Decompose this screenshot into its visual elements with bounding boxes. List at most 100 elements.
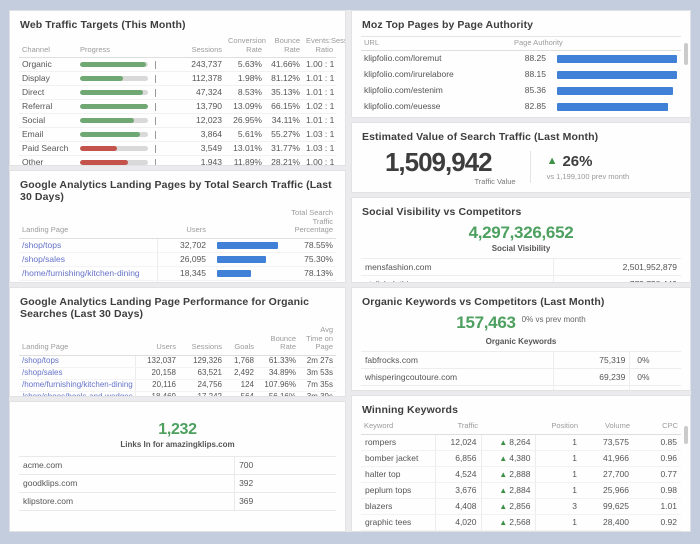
cell-users: 20,158	[135, 367, 179, 379]
cell-progress	[77, 100, 173, 114]
landing-page-link[interactable]: /shop/sales	[19, 252, 157, 266]
cell-sessions: 17,242	[179, 391, 225, 397]
cell-channel: Display	[19, 72, 77, 86]
cell-channel: Referral	[19, 100, 77, 114]
page-url-link[interactable]: klipfolio.com/euesse	[361, 99, 511, 115]
table-row: graphic tees 4,020 ▲2,568 1 28,400 0.92	[361, 514, 681, 530]
progress-bullet-chart	[80, 103, 170, 111]
traffic-change-value: 2,856	[509, 501, 530, 511]
cell-site: acme.com	[19, 457, 235, 475]
cell-bounce-rate: 107.96%	[257, 379, 299, 391]
col-header-position: Position	[535, 421, 581, 434]
cell-users: 15,232	[157, 280, 209, 283]
cell-keyword-count: 4,608	[553, 386, 630, 392]
panel-title-moz: Moz Top Pages by Page Authority	[362, 19, 681, 31]
cell-bounce-rate: 28.21%	[265, 156, 303, 166]
cell-avg-time: 3m 39s	[299, 391, 336, 397]
up-triangle-icon: ▲	[499, 470, 507, 479]
traffic-value: 1,509,942	[361, 148, 516, 176]
links-in-table: acme.com 700 goodklips.com 392 klipstore…	[19, 456, 336, 511]
scrollbar-thumb[interactable]	[684, 426, 688, 444]
cell-ratio: 1.03 : 1	[303, 128, 336, 142]
landing-page-link[interactable]: /shop/tops	[19, 238, 157, 252]
cell-users: 18,469	[135, 391, 179, 397]
cell-users-bar	[209, 266, 281, 280]
table-row: Other 1,943 11.89% 28.21% 1.00 : 1	[19, 156, 336, 166]
cell-competitor-value: 2,501,952,879	[553, 259, 681, 276]
organic-keywords-value: 157,463	[456, 313, 515, 333]
page-url-link[interactable]: klipfolio.com/nostrudofficia	[361, 115, 511, 118]
page-url-link[interactable]: klipfolio.com/irurelabore	[361, 67, 511, 83]
progress-bullet-chart	[80, 89, 170, 97]
bullet-track	[80, 62, 148, 67]
cell-sessions: 3,864	[173, 128, 225, 142]
cell-sessions: 3,549	[173, 142, 225, 156]
cell-progress	[77, 114, 173, 128]
scrollbar-thumb[interactable]	[684, 43, 688, 65]
table-row: Referral 13,790 13.09% 66.15% 1.02 : 1	[19, 100, 336, 114]
bullet-target-marker-icon	[155, 159, 156, 166]
organic-keywords-summary: 157,463 0% vs prev month	[361, 313, 681, 333]
page-url-link[interactable]: klipfolio.com/loremut	[361, 50, 511, 67]
table-row: Email 3,864 5.61% 55.27% 1.03 : 1	[19, 128, 336, 142]
table-row: /shop/shoes/heels-and-wedges 15,232 66.3…	[19, 280, 336, 283]
cell-progress	[77, 58, 173, 72]
table-row: /shop/sales 26,095 75.30%	[19, 252, 336, 266]
panel-title-ga-search-traffic: Google Analytics Landing Pages by Total …	[20, 179, 336, 203]
panel-title-search-value: Estimated Value of Search Traffic (Last …	[362, 131, 681, 143]
cell-keyword: bomber jacket	[361, 450, 435, 466]
organic-keywords-note: 0% vs prev month	[522, 315, 586, 324]
cell-traffic-change: ▲4,380	[481, 450, 535, 466]
cell-site: klipstore.com	[19, 493, 235, 511]
traffic-value-block: 1,509,942 Traffic Value	[361, 148, 530, 186]
col-header-users: Users	[157, 208, 209, 238]
cell-traffic: 2,496	[435, 530, 481, 532]
landing-page-link[interactable]: /shop/sales	[19, 367, 135, 379]
cell-keyword: rompers	[361, 434, 435, 450]
authority-bar	[557, 87, 673, 95]
col-header-spacer	[209, 208, 281, 238]
landing-page-link[interactable]: /home/furnishing/kitchen-dining	[19, 266, 157, 280]
table-row: klipfolio.com/nostrudofficia 81.90	[361, 115, 681, 118]
cell-channel: Direct	[19, 86, 77, 100]
landing-page-link[interactable]: /shop/shoes/heels-and-wedges	[19, 391, 135, 397]
ga-search-traffic-table: Landing Page Users Total Search Traffic …	[19, 208, 336, 283]
col-header-progress: Progress	[77, 36, 173, 58]
panel-title-winning-keywords: Winning Keywords	[362, 404, 681, 416]
col-header-bounce-rate: Bounce Rate	[257, 325, 299, 355]
cell-conversion-rate: 1.98%	[225, 72, 265, 86]
cell-traffic: 4,408	[435, 498, 481, 514]
cell-position: 1	[535, 434, 581, 450]
cell-authority-bar	[549, 67, 681, 83]
cell-traffic-pct: 75.30%	[281, 252, 336, 266]
table-row: /home/furnishing/kitchen-dining 20,116 2…	[19, 379, 336, 391]
landing-page-link[interactable]: /shop/tops	[19, 355, 135, 367]
bullet-fill	[80, 132, 140, 137]
cell-conversion-rate: 5.63%	[225, 58, 265, 72]
links-in-value: 1,232	[19, 421, 336, 439]
table-row: klipstore.com 369	[19, 493, 336, 511]
links-in-summary: 1,232 Links In for amazingklips.com	[19, 421, 336, 449]
cell-sessions: 12,023	[173, 114, 225, 128]
cell-ratio: 1.00 : 1	[303, 58, 336, 72]
page-url-link[interactable]: klipfolio.com/estenim	[361, 83, 511, 99]
cell-authority-bar	[549, 50, 681, 67]
bullet-target-marker-icon	[155, 117, 156, 125]
landing-page-link[interactable]: /home/furnishing/kitchen-dining	[19, 379, 135, 391]
cell-keyword: denim skirt	[361, 530, 435, 532]
col-header-goals: Goals	[225, 325, 257, 355]
up-triangle-icon: ▲	[547, 156, 558, 167]
links-in-label: Links In for amazingklips.com	[19, 440, 336, 449]
cell-bounce-rate: 34.11%	[265, 114, 303, 128]
table-header-row: Keyword Traffic Position Volume CPC	[361, 421, 681, 434]
progress-bullet-chart	[80, 61, 170, 69]
cell-users: 26,095	[157, 252, 209, 266]
users-bar	[217, 242, 278, 249]
table-row: klipfolio.com/loremut 88.25	[361, 50, 681, 67]
cell-sessions: 243,737	[173, 58, 225, 72]
cell-keyword: peplum tops	[361, 482, 435, 498]
table-row: blazers 4,408 ▲2,856 3 99,625 1.01	[361, 498, 681, 514]
landing-page-link[interactable]: /shop/shoes/heels-and-wedges	[19, 280, 157, 283]
cell-bounce-rate: 31.77%	[265, 142, 303, 156]
cell-users: 32,702	[157, 238, 209, 252]
